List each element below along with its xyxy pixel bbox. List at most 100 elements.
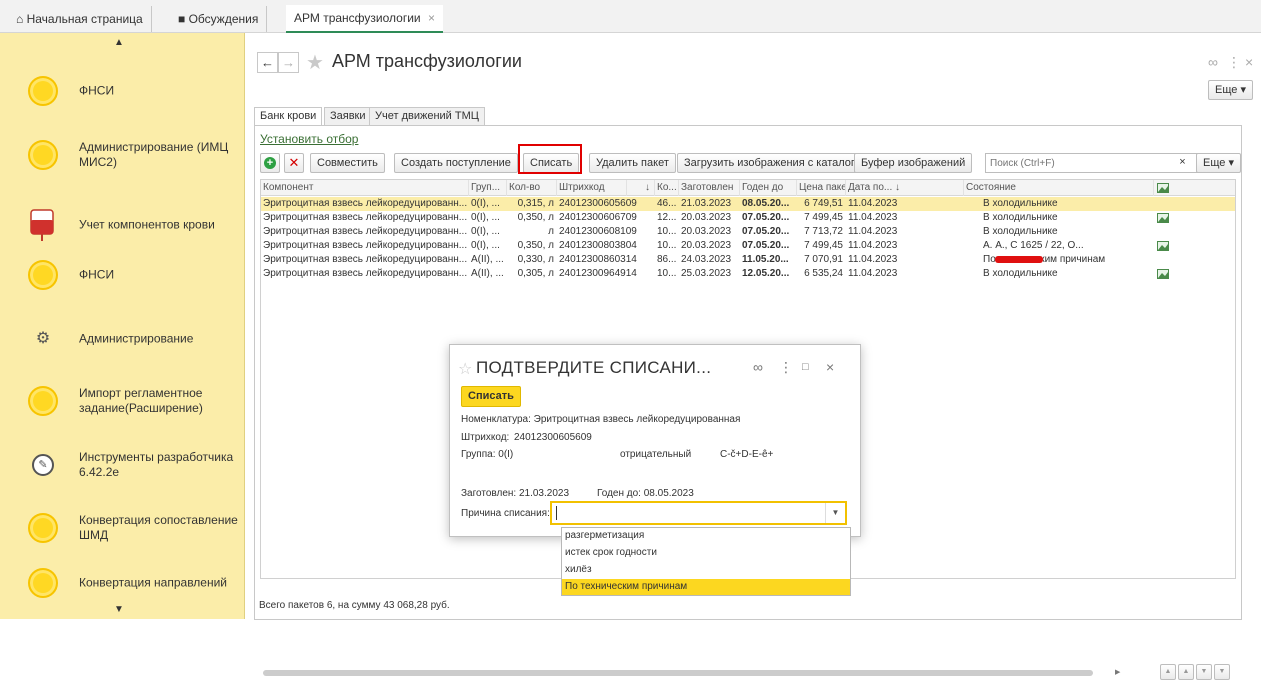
yellow-circle-icon	[28, 260, 58, 290]
col-image[interactable]	[1154, 180, 1235, 196]
col-expires[interactable]: Годен до	[740, 180, 797, 196]
sidebar-scroll-down-icon[interactable]: ▼	[114, 604, 124, 615]
cell-date: 11.04.2023	[848, 240, 898, 251]
table-row[interactable]: Эритроцитная взвесь лейкоредуцированн...…	[261, 253, 1235, 267]
col-group[interactable]: Груп...	[469, 180, 507, 196]
tab-blood-bank[interactable]: Банк крови	[254, 107, 323, 126]
redaction-mark	[995, 256, 1043, 263]
scroll-bottom-icon[interactable]: ▼	[1214, 664, 1230, 680]
kebab-menu-icon[interactable]: ⋮	[779, 359, 793, 376]
option-depressurization[interactable]: разгерметизация	[562, 528, 850, 544]
maximize-icon[interactable]: □	[802, 361, 809, 373]
favorite-star-icon[interactable]: ☆	[458, 359, 472, 379]
tab-arm-transfusion[interactable]: АРМ трансфузиологии ×	[286, 5, 443, 33]
combine-button[interactable]: Совместить	[310, 153, 385, 173]
cell-ko: 10...	[657, 226, 677, 237]
cell-component: Эритроцитная взвесь лейкоредуцированн...	[263, 226, 468, 237]
cell-component: Эритроцитная взвесь лейкоредуцированн...	[263, 240, 468, 251]
col-qty[interactable]: Кол-во	[507, 180, 557, 196]
table-row[interactable]: Эритроцитная взвесь лейкоредуцированн...…	[261, 225, 1235, 239]
reason-select[interactable]: ▼	[550, 501, 847, 525]
cell-expires: 07.05.20...	[742, 226, 790, 237]
sidebar-scroll-up-icon[interactable]: ▲	[114, 37, 124, 48]
sidebar-item-import[interactable]: Импорт регламентное задание(Расширение)	[0, 373, 245, 429]
close-tab-icon[interactable]: ×	[428, 11, 435, 25]
favorite-star-icon[interactable]: ★	[306, 50, 324, 75]
option-chylous[interactable]: хилёз	[562, 562, 850, 578]
link-icon[interactable]: ∞	[1208, 54, 1218, 70]
write-off-highlight	[518, 144, 582, 174]
cell-prepared: 20.03.2023	[681, 212, 732, 223]
delete-button[interactable]: ✕	[284, 153, 304, 173]
cell-group: A(II), ...	[471, 268, 504, 279]
cell-price: 6 535,24	[804, 268, 843, 279]
col-state[interactable]: Состояние	[964, 180, 1154, 196]
confirm-write-off-dialog: ☆ ПОДТВЕРДИТЕ СПИСАНИ... ∞ ⋮ □ × Списать…	[449, 344, 861, 537]
barcode-label: Штрихкод:	[461, 432, 510, 443]
kebab-menu-icon[interactable]: ⋮	[1227, 54, 1241, 71]
tab-discussions[interactable]: ■ Обсуждения	[170, 6, 268, 32]
clear-search-button[interactable]: ×	[1175, 153, 1190, 173]
load-images-button[interactable]: Загрузить изображения с каталога	[677, 153, 868, 173]
image-buffer-button[interactable]: Буфер изображений	[854, 153, 973, 173]
col-sort-icon[interactable]: ↓	[627, 180, 655, 196]
scroll-down-icon[interactable]: ▼	[1196, 664, 1212, 680]
cell-price: 7 070,91	[804, 254, 843, 265]
col-barcode[interactable]: Штрихкод	[557, 180, 627, 196]
chevron-down-icon[interactable]: ▼	[825, 503, 845, 523]
option-expired[interactable]: истек срок годности	[562, 545, 850, 561]
confirm-write-off-button[interactable]: Списать	[461, 386, 521, 407]
tab-requests[interactable]: Заявки	[324, 107, 372, 125]
scroll-up-icon[interactable]: ▲	[1178, 664, 1194, 680]
link-icon[interactable]: ∞	[753, 359, 763, 375]
sidebar-item-fnsi-2[interactable]: ФНСИ	[0, 247, 245, 303]
sidebar-item-administration[interactable]: ⚙ Администрирование	[0, 311, 245, 367]
cell-component: Эритроцитная взвесь лейкоредуцированн...	[263, 268, 468, 279]
back-button[interactable]: ←	[257, 52, 278, 73]
cell-date: 11.04.2023	[848, 226, 898, 237]
option-technical-reasons[interactable]: По техническим причинам	[562, 579, 850, 595]
close-icon[interactable]: ×	[826, 359, 834, 375]
col-date[interactable]: Дата по... ↓	[846, 180, 964, 196]
table-header: Компонент Груп... Кол-во Штрихкод ↓ Ко..…	[261, 180, 1235, 196]
delete-package-button[interactable]: Удалить пакет	[589, 153, 676, 173]
yellow-circle-icon	[28, 513, 58, 543]
tab-tmc-movements[interactable]: Учет движений ТМЦ	[369, 107, 485, 125]
sidebar-item-dev-tools[interactable]: ✎ Инструменты разработчика 6.42.2e	[0, 437, 245, 493]
col-ko[interactable]: Ко...	[655, 180, 679, 196]
set-filter-link[interactable]: Установить отбор	[260, 132, 358, 146]
picture-icon	[1157, 241, 1169, 251]
horizontal-scrollbar[interactable]	[263, 670, 1093, 676]
close-icon[interactable]: ×	[1245, 54, 1253, 70]
text-caret	[556, 506, 557, 520]
add-button[interactable]: +	[260, 153, 280, 173]
sidebar-item-label: Конвертация сопоставление ШМД	[79, 513, 238, 542]
col-price[interactable]: Цена паке...	[797, 180, 846, 196]
tab-home[interactable]: ⌂ Начальная страница	[8, 6, 152, 32]
scroll-top-icon[interactable]: ▲	[1160, 664, 1176, 680]
window-tab-bar: ⌂ Начальная страница ■ Обсуждения АРМ тр…	[0, 0, 1261, 33]
sidebar-item-label: ФНСИ	[79, 267, 115, 282]
table-row[interactable]: Эритроцитная взвесь лейкоредуцированн...…	[261, 239, 1235, 253]
cell-barcode: 24012300964914	[559, 268, 637, 279]
create-receipt-button[interactable]: Создать поступление	[394, 153, 518, 173]
sidebar-item-label: Учет компонентов крови	[79, 217, 215, 232]
sidebar-item-fnsi[interactable]: ФНСИ	[0, 63, 245, 119]
forward-button[interactable]: →	[278, 52, 299, 73]
scroll-right-icon[interactable]: ▶	[1115, 668, 1120, 676]
table-row[interactable]: Эритроцитная взвесь лейкоредуцированн...…	[261, 197, 1235, 211]
sidebar-item-blood-components[interactable]: Учет компонентов крови	[0, 197, 245, 253]
blood-bag-icon	[28, 208, 56, 242]
col-prepared[interactable]: Заготовлен	[679, 180, 740, 196]
sidebar-item-admin-imc[interactable]: Администрирование (ИМЦ МИС2)	[0, 127, 245, 183]
table-row[interactable]: Эритроцитная взвесь лейкоредуцированн...…	[261, 211, 1235, 225]
cell-barcode: 24012300606709	[559, 212, 637, 223]
sidebar-item-convert-directions[interactable]: Конвертация направлений	[0, 555, 245, 611]
cell-prepared: 21.03.2023	[681, 198, 732, 209]
sidebar-item-convert-shmd[interactable]: Конвертация сопоставление ШМД	[0, 500, 245, 556]
col-component[interactable]: Компонент	[261, 180, 469, 196]
table-row[interactable]: Эритроцитная взвесь лейкоредуцированн...…	[261, 267, 1235, 281]
cell-group: 0(I), ...	[471, 240, 500, 251]
header-more-button[interactable]: Еще ▾	[1208, 80, 1253, 100]
table-more-button[interactable]: Еще ▾	[1196, 153, 1241, 173]
